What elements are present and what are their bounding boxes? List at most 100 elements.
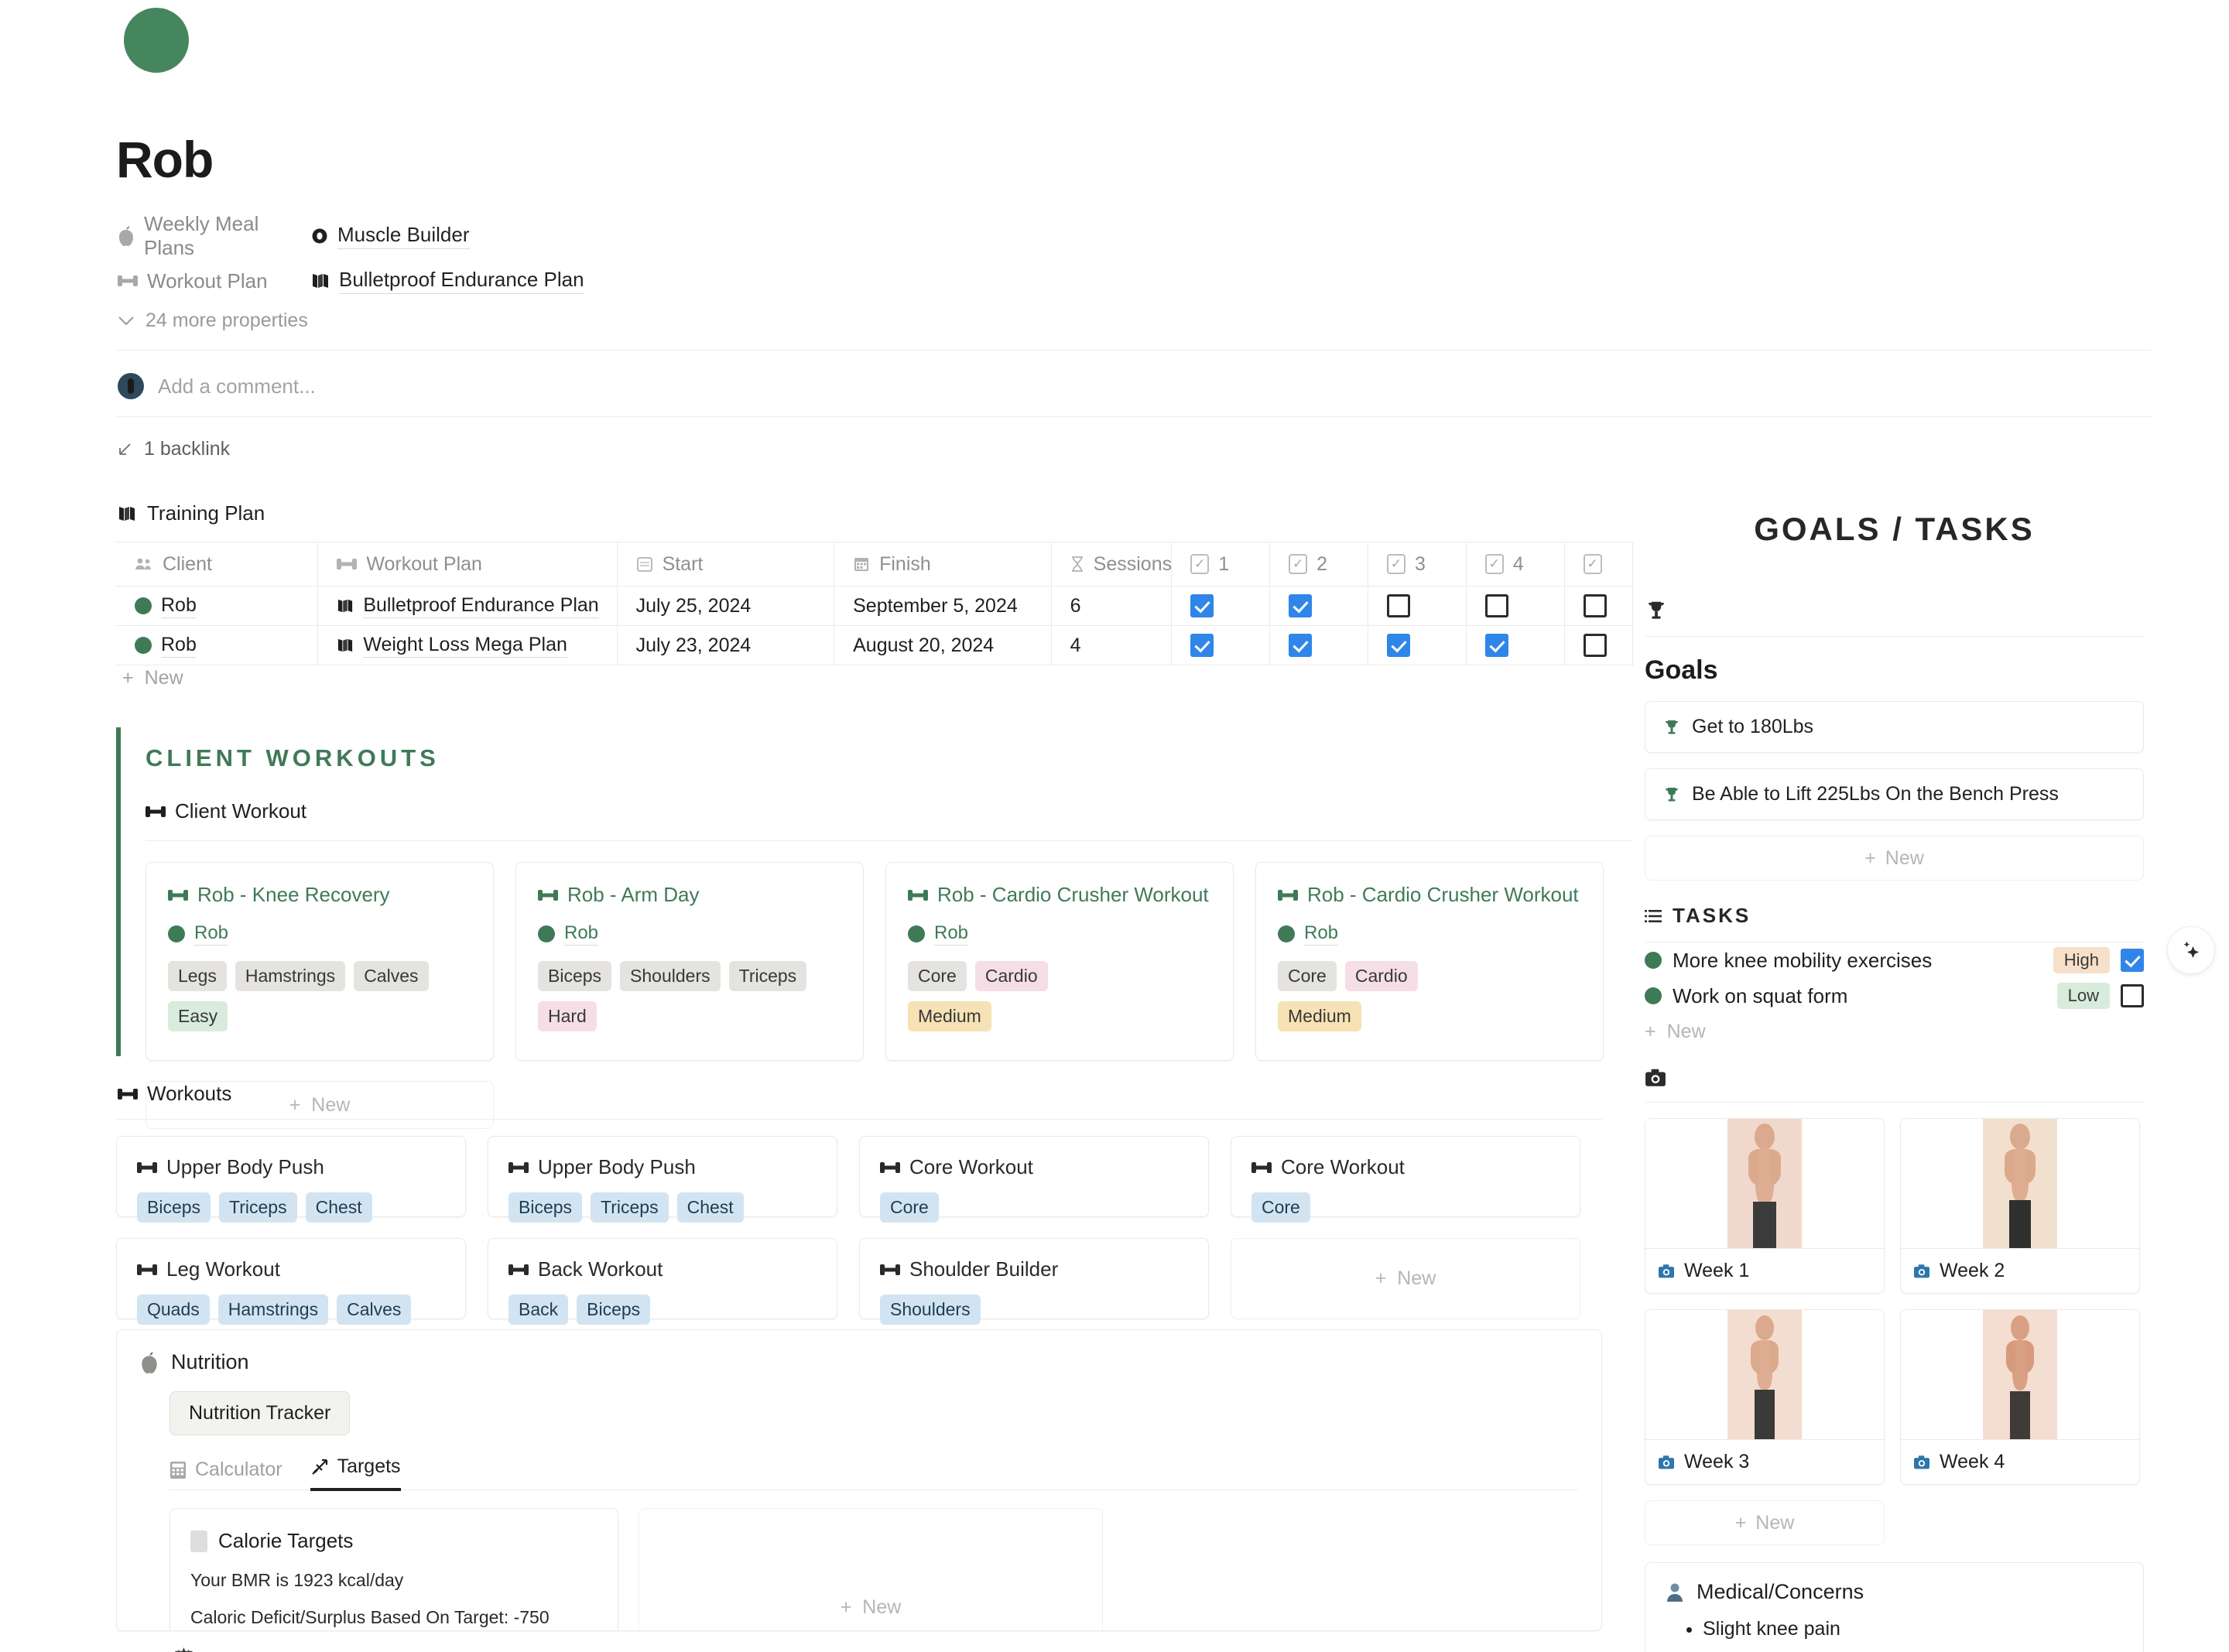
photo-card[interactable]: Week 1 <box>1645 1118 1885 1294</box>
property-value[interactable]: Muscle Builder <box>311 223 470 249</box>
column-header-finish[interactable]: Finish <box>834 542 1052 586</box>
workout-card[interactable]: Shoulder Builder Shoulders <box>859 1238 1209 1319</box>
nutrition-new-button[interactable]: + New <box>639 1508 1103 1631</box>
column-header-session-1[interactable]: ✓ 1 <box>1172 542 1270 586</box>
tag-chip[interactable]: Biceps <box>577 1295 650 1325</box>
comment-placeholder[interactable]: Add a comment... <box>158 375 316 398</box>
goal-item[interactable]: Get to 180Lbs <box>1645 701 2144 753</box>
checkbox-unchecked[interactable] <box>1584 634 1607 657</box>
checkbox-unchecked[interactable] <box>1485 594 1508 617</box>
task-priority-badge[interactable]: Low <box>2057 983 2110 1009</box>
tag-chip[interactable]: Quads <box>137 1295 210 1325</box>
client-workout-card[interactable]: Rob - Cardio Crusher Workout Rob Core Ca… <box>885 862 1234 1061</box>
tag-chip[interactable]: Biceps <box>538 961 611 991</box>
tag-chip[interactable]: Hamstrings <box>235 961 345 991</box>
medical-concerns-card[interactable]: Medical/Concerns Slight knee pain <box>1645 1562 2144 1652</box>
calorie-targets-card[interactable]: Calorie Targets Your BMR is 1923 kcal/da… <box>169 1508 618 1631</box>
cell-check-5[interactable] <box>1565 587 1633 625</box>
table-row[interactable]: Rob Bulletproof Endurance Plan July 25, … <box>116 587 1633 626</box>
cell-check-2[interactable] <box>1270 587 1368 625</box>
workout-card[interactable]: Core Workout Core <box>859 1136 1209 1217</box>
task-row[interactable]: Work on squat form Low <box>1645 978 2144 1014</box>
tag-chip[interactable]: Shoulders <box>620 961 721 991</box>
card-person[interactable]: Rob <box>1278 922 1581 946</box>
checkbox-checked[interactable] <box>1485 634 1508 657</box>
difficulty-chip[interactable]: Hard <box>538 1001 597 1031</box>
training-plan-new-row-button[interactable]: + New <box>122 667 183 689</box>
checkbox-checked[interactable] <box>1387 634 1410 657</box>
cell-start[interactable]: July 25, 2024 <box>618 587 835 625</box>
tag-chip[interactable]: Triceps <box>219 1192 297 1223</box>
tag-chip[interactable]: Triceps <box>729 961 807 991</box>
cell-check-4[interactable] <box>1467 587 1565 625</box>
cell-check-3[interactable] <box>1368 626 1467 665</box>
task-checkbox-unchecked[interactable] <box>2121 984 2144 1007</box>
workouts-heading[interactable]: Workouts <box>118 1082 231 1106</box>
cell-check-1[interactable] <box>1172 626 1270 665</box>
checkbox-checked[interactable] <box>1190 594 1214 617</box>
nutrition-tracker-button[interactable]: Nutrition Tracker <box>169 1391 350 1435</box>
property-value[interactable]: Bulletproof Endurance Plan <box>311 268 584 294</box>
column-header-session-4[interactable]: ✓ 4 <box>1467 542 1565 586</box>
goal-item[interactable]: Be Able to Lift 225Lbs On the Bench Pres… <box>1645 768 2144 820</box>
tag-chip[interactable]: Calves <box>354 961 428 991</box>
cell-finish[interactable]: August 20, 2024 <box>834 626 1052 665</box>
difficulty-chip[interactable]: Easy <box>168 1001 228 1031</box>
tag-chip[interactable]: Core <box>908 961 967 991</box>
tag-chip[interactable]: Cardio <box>975 961 1048 991</box>
column-header-client[interactable]: Client <box>116 542 318 586</box>
checkbox-checked[interactable] <box>1289 594 1312 617</box>
cell-check-3[interactable] <box>1368 587 1467 625</box>
workout-card[interactable]: Upper Body Push Biceps Triceps Chest <box>488 1136 837 1217</box>
workout-card[interactable]: Leg Workout Quads Hamstrings Calves <box>116 1238 466 1319</box>
cell-workout-plan[interactable]: Weight Loss Mega Plan <box>318 626 617 665</box>
photo-card[interactable]: Week 2 <box>1900 1118 2140 1294</box>
tag-chip[interactable]: Biceps <box>137 1192 211 1223</box>
tag-chip[interactable]: Back <box>508 1295 568 1325</box>
cell-finish[interactable]: September 5, 2024 <box>834 587 1052 625</box>
more-properties-toggle[interactable]: 24 more properties <box>118 310 308 332</box>
column-header-session-2[interactable]: ✓ 2 <box>1270 542 1368 586</box>
tab-targets[interactable]: Targets <box>310 1455 401 1491</box>
add-comment-row[interactable]: Add a comment... <box>118 373 316 399</box>
tag-chip[interactable]: Chest <box>677 1192 744 1223</box>
column-header-start[interactable]: Start <box>618 542 835 586</box>
tag-chip[interactable]: Triceps <box>591 1192 669 1223</box>
property-row-weekly-meal-plans[interactable]: Weekly Meal Plans Muscle Builder <box>118 214 814 258</box>
backlink[interactable]: 1 backlink <box>116 438 230 460</box>
client-workout-card[interactable]: Rob - Cardio Crusher Workout Rob Core Ca… <box>1255 862 1604 1061</box>
tag-chip[interactable]: Calves <box>337 1295 411 1325</box>
cell-client[interactable]: Rob <box>116 626 318 665</box>
cell-workout-plan[interactable]: Bulletproof Endurance Plan <box>318 587 617 625</box>
tag-chip[interactable]: Legs <box>168 961 227 991</box>
ai-assistant-button[interactable] <box>2167 926 2215 974</box>
checkbox-unchecked[interactable] <box>1584 594 1607 617</box>
cell-client[interactable]: Rob <box>116 587 318 625</box>
training-plan-heading[interactable]: Training Plan <box>118 501 265 525</box>
cell-check-1[interactable] <box>1172 587 1270 625</box>
cell-check-2[interactable] <box>1270 626 1368 665</box>
client-workout-card[interactable]: Rob - Arm Day Rob Biceps Shoulders Trice… <box>515 862 864 1061</box>
difficulty-chip[interactable]: Medium <box>1278 1001 1361 1031</box>
tab-calculator[interactable]: Calculator <box>169 1459 282 1491</box>
photos-new-button[interactable]: + New <box>1645 1500 1885 1545</box>
tag-chip[interactable]: Biceps <box>508 1192 582 1223</box>
cell-sessions[interactable]: 4 <box>1052 626 1173 665</box>
client-workout-card[interactable]: Rob - Knee Recovery Rob Legs Hamstrings … <box>146 862 494 1061</box>
checkbox-unchecked[interactable] <box>1387 594 1410 617</box>
card-person[interactable]: Rob <box>538 922 841 946</box>
tag-chip[interactable]: Cardio <box>1345 961 1418 991</box>
workout-card[interactable]: Upper Body Push Biceps Triceps Chest <box>116 1136 466 1217</box>
task-checkbox-checked[interactable] <box>2121 949 2144 972</box>
cell-sessions[interactable]: 6 <box>1052 587 1173 625</box>
workouts-new-button[interactable]: + New <box>1231 1238 1580 1319</box>
checkbox-checked[interactable] <box>1289 634 1312 657</box>
card-person[interactable]: Rob <box>908 922 1211 946</box>
cell-check-5[interactable] <box>1565 626 1633 665</box>
tag-chip[interactable]: Core <box>1278 961 1337 991</box>
tag-chip[interactable]: Core <box>880 1192 939 1223</box>
difficulty-chip[interactable]: Medium <box>908 1001 991 1031</box>
workout-card[interactable]: Back Workout Back Biceps <box>488 1238 837 1319</box>
column-header-session-3[interactable]: ✓ 3 <box>1368 542 1467 586</box>
column-header-session-5[interactable]: ✓ <box>1565 542 1633 586</box>
